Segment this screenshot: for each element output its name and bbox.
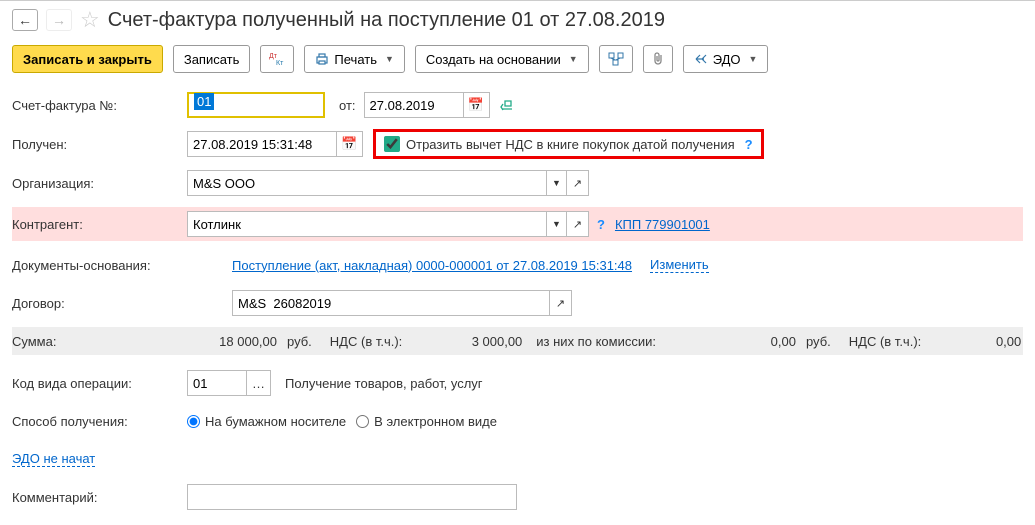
nav-back-button[interactable]: ← [12,9,38,31]
print-button[interactable]: Печать ▼ [304,45,405,73]
dtkr-button[interactable]: ДтКт [260,45,294,73]
op-code-desc: Получение товаров, работ, услуг [285,376,483,391]
page-title: Счет-фактура полученный на поступление 0… [108,9,665,32]
create-based-button[interactable]: Создать на основании ▼ [415,45,589,73]
received-datetime-input[interactable] [187,131,337,157]
dropdown-button[interactable]: ▼ [547,211,567,237]
save-close-button[interactable]: Записать и закрыть [12,45,163,73]
help-icon[interactable]: ? [597,217,605,232]
calendar-icon[interactable]: 📅 [337,131,363,157]
electronic-radio[interactable]: В электронном виде [356,414,497,429]
docs-base-label: Документы-основания: [12,258,232,273]
vat-incl-label: НДС (в т.ч.): [330,334,403,349]
paper-radio[interactable]: На бумажном носителе [187,414,346,429]
from-label: от: [339,98,356,113]
chevron-down-icon: ▼ [749,54,758,64]
chevron-down-icon: ▼ [385,54,394,64]
counterparty-input[interactable] [187,211,547,237]
sum-total: 18 000,00 [187,334,277,349]
calendar-icon[interactable]: 📅 [464,92,490,118]
svg-text:Дт: Дт [269,53,278,60]
edo-button[interactable]: ЭДО ▼ [683,45,769,73]
received-label: Получен: [12,137,187,152]
kpp-link[interactable]: КПП 779901001 [615,217,710,232]
save-button[interactable]: Записать [173,45,251,73]
invoice-no-label: Счет-фактура №: [12,98,187,113]
comment-input[interactable] [187,484,517,510]
contract-label: Договор: [12,296,232,311]
attachment-button[interactable] [643,45,673,73]
contract-input[interactable] [232,290,550,316]
edo-icon [694,52,708,66]
op-code-label: Код вида операции: [12,376,187,391]
dtkr-icon: ДтКт [269,52,285,66]
sum-commission-vat: 0,00 [921,334,1021,349]
sum-commission: 0,00 [656,334,796,349]
receive-method-label: Способ получения: [12,414,187,429]
vat-checkbox-label: Отразить вычет НДС в книге покупок датой… [406,137,735,152]
dropdown-button[interactable]: ▼ [547,170,567,196]
paperclip-icon [652,52,664,66]
insert-icon[interactable] [500,98,516,112]
organization-input[interactable] [187,170,547,196]
organization-label: Организация: [12,176,187,191]
edo-status-link[interactable]: ЭДО не начат [12,451,95,467]
sum-label: Сумма: [12,334,187,349]
chevron-down-icon: ▼ [569,54,578,64]
highlight-box: Отразить вычет НДС в книге покупок датой… [373,129,764,159]
nav-forward-button: → [46,9,72,31]
open-button[interactable]: ↗ [567,170,589,196]
help-icon[interactable]: ? [745,137,753,152]
op-code-input[interactable] [187,370,247,396]
sum-vat: 3 000,00 [402,334,522,349]
svg-text:Кт: Кт [276,60,284,66]
counterparty-label: Контрагент: [12,217,187,232]
printer-icon [315,52,329,66]
related-icon [608,52,624,66]
lookup-button[interactable]: … [247,370,271,396]
commission-label: из них по комиссии: [536,334,656,349]
comment-label: Комментарий: [12,490,187,505]
change-link[interactable]: Изменить [650,257,709,273]
invoice-no-input[interactable]: 01 [189,94,323,116]
vat-checkbox[interactable] [384,136,400,152]
doc-base-link[interactable]: Поступление (акт, накладная) 0000-000001… [232,258,632,273]
invoice-date-input[interactable] [364,92,464,118]
favorite-star-icon[interactable]: ☆ [80,7,100,33]
open-button[interactable]: ↗ [567,211,589,237]
open-button[interactable]: ↗ [550,290,572,316]
related-button[interactable] [599,45,633,73]
